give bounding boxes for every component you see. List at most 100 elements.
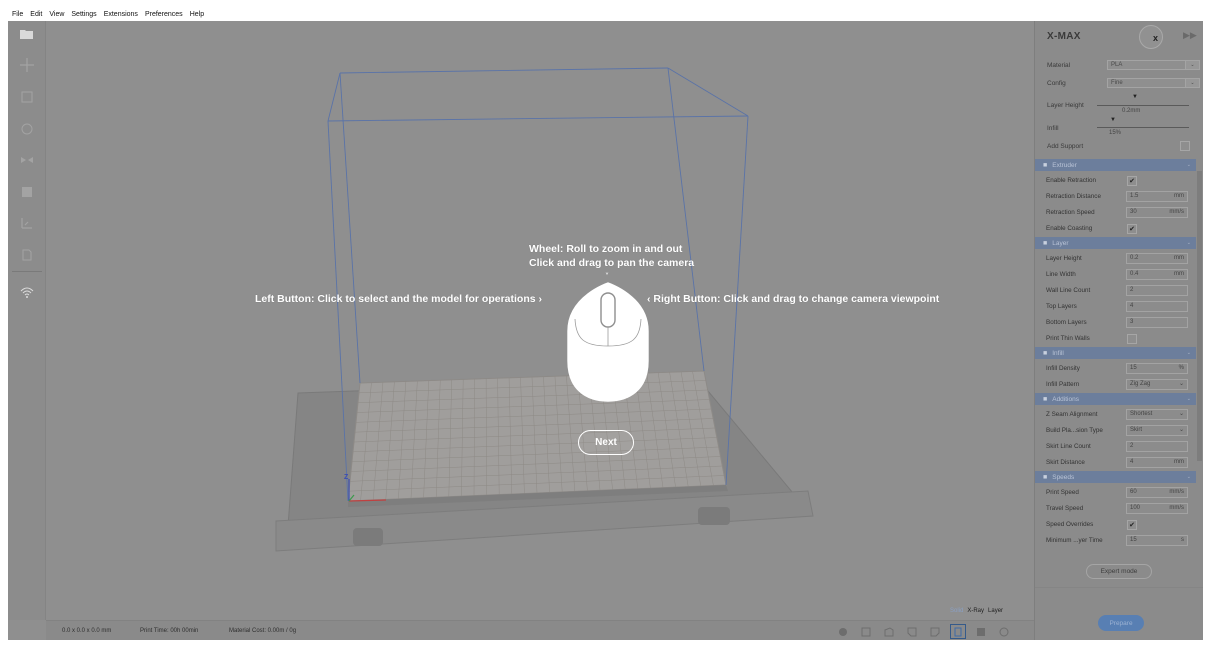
setting-input[interactable]: 2 bbox=[1126, 285, 1188, 296]
view-mode-labels: Solid X-Ray Layer bbox=[950, 608, 1003, 614]
setting-select[interactable]: 15 s bbox=[1126, 535, 1188, 546]
setting-label: Enable Coasting bbox=[1046, 225, 1093, 232]
view-mode-xray[interactable]: X-Ray bbox=[967, 608, 984, 614]
view-front-icon[interactable] bbox=[859, 625, 873, 638]
open-folder-icon[interactable] bbox=[19, 26, 35, 42]
view-top-icon[interactable] bbox=[882, 625, 896, 638]
add-support-row: Add Support bbox=[1047, 140, 1197, 152]
setting-label: Print Speed bbox=[1046, 489, 1079, 496]
support-blocker-icon[interactable] bbox=[19, 215, 35, 231]
menu-file[interactable]: File bbox=[12, 11, 23, 18]
menu-extensions[interactable]: Extensions bbox=[104, 11, 138, 18]
layer-height-slider[interactable] bbox=[1097, 105, 1189, 106]
setting-select[interactable]: Zig Zag ⌄ bbox=[1126, 379, 1188, 390]
collapse-panel-icon[interactable]: ▶▶ bbox=[1183, 30, 1197, 41]
setting-input[interactable]: 100 mm/s bbox=[1126, 503, 1188, 514]
setting-select[interactable]: Skirt ⌄ bbox=[1126, 425, 1188, 436]
chevron-down-icon: ⌄ bbox=[1186, 350, 1191, 356]
setting-input[interactable]: 15% bbox=[1126, 363, 1188, 374]
setting-row: Enable Retraction ✔ bbox=[1035, 173, 1196, 189]
menu-preferences[interactable]: Preferences bbox=[145, 11, 183, 18]
setting-label: Enable Retraction bbox=[1046, 177, 1097, 184]
section-title: Extruder bbox=[1052, 161, 1077, 169]
move-icon[interactable] bbox=[19, 57, 35, 73]
setting-checkbox[interactable]: ✔ bbox=[1127, 520, 1137, 530]
infill-slider-handle[interactable]: ▼ bbox=[1110, 117, 1116, 123]
setting-label: Line Width bbox=[1046, 271, 1076, 278]
config-select[interactable]: Fine ⌄ bbox=[1107, 78, 1200, 88]
prepare-button[interactable]: Prepare bbox=[1098, 615, 1144, 631]
setting-checkbox[interactable]: ✔ bbox=[1127, 176, 1137, 186]
infill-value: 15% bbox=[1109, 130, 1122, 136]
per-model-settings-icon[interactable] bbox=[19, 184, 35, 200]
build-volume-scene[interactable]: Z ˅ bbox=[8, 21, 1034, 640]
chevron-down-icon: ⌄ bbox=[1178, 411, 1184, 417]
extruder-icon: ■ bbox=[1043, 161, 1048, 169]
setting-value: 4 bbox=[1130, 459, 1134, 465]
setting-input[interactable]: 30 mm/s bbox=[1126, 207, 1188, 218]
setting-label: Top Layers bbox=[1046, 303, 1077, 310]
rotate-icon[interactable] bbox=[19, 121, 35, 137]
printer-foot bbox=[353, 528, 383, 546]
left-toolbar bbox=[8, 21, 46, 620]
settings-scrollbar[interactable] bbox=[1197, 171, 1202, 461]
setting-row: Line Width 0.4 mm bbox=[1035, 267, 1196, 283]
setting-label: Minimum ...yer Time bbox=[1046, 537, 1103, 544]
layer-view-icon[interactable] bbox=[19, 247, 35, 263]
setting-label: Skirt Distance bbox=[1046, 459, 1085, 466]
settings-scrollbar-thumb[interactable] bbox=[1197, 171, 1202, 461]
material-select[interactable]: PLA ⌄ bbox=[1107, 60, 1200, 70]
setting-checkbox[interactable]: ✔ bbox=[1127, 224, 1137, 234]
setting-input[interactable]: 0.2 mm bbox=[1126, 253, 1188, 264]
wifi-icon[interactable] bbox=[19, 284, 35, 300]
mirror-icon[interactable] bbox=[19, 152, 35, 168]
view-solid-icon[interactable] bbox=[950, 624, 966, 639]
view-right-icon[interactable] bbox=[928, 625, 942, 638]
setting-row: Top Layers 4 bbox=[1035, 299, 1196, 315]
add-support-checkbox[interactable] bbox=[1180, 141, 1190, 151]
menu-view[interactable]: View bbox=[49, 11, 64, 18]
view-left-icon[interactable] bbox=[905, 625, 919, 638]
setting-input[interactable]: 60 mm/s bbox=[1126, 487, 1188, 498]
menu-help[interactable]: Help bbox=[190, 11, 204, 18]
setting-input[interactable]: 4 bbox=[1126, 301, 1188, 312]
setting-input[interactable]: 3 bbox=[1126, 317, 1188, 328]
view-mode-layer[interactable]: Layer bbox=[988, 608, 1003, 614]
section-header-extruder[interactable]: ■ Extruder ⌄ bbox=[1035, 159, 1196, 171]
view-3d-icon[interactable] bbox=[836, 625, 850, 638]
setting-label: Build Pla...sion Type bbox=[1046, 427, 1103, 434]
config-row: Config Fine ⌄ bbox=[1047, 77, 1200, 89]
setting-input[interactable]: 2 bbox=[1126, 441, 1188, 452]
next-button[interactable]: Next bbox=[578, 430, 634, 455]
setting-input[interactable]: 0.4 mm bbox=[1126, 269, 1188, 280]
setting-input[interactable]: 4 mm bbox=[1126, 457, 1188, 468]
layer-icon: ■ bbox=[1043, 239, 1048, 247]
camera-view-buttons bbox=[836, 624, 1011, 639]
section-header-speeds[interactable]: ■ Speeds ⌄ bbox=[1035, 471, 1196, 483]
printer-name[interactable]: X-MAX bbox=[1047, 31, 1081, 42]
setting-select[interactable]: Shortest ⌄ bbox=[1126, 409, 1188, 420]
menu-edit[interactable]: Edit bbox=[30, 11, 42, 18]
section-header-infill[interactable]: ■ Infill ⌄ bbox=[1035, 347, 1196, 359]
section-header-additions[interactable]: ■ Additions ⌄ bbox=[1035, 393, 1196, 405]
layer-height-slider-handle[interactable]: ▼ bbox=[1132, 94, 1138, 100]
setting-input[interactable]: 1.5 mm bbox=[1126, 191, 1188, 202]
view-mode-solid[interactable]: Solid bbox=[950, 608, 963, 614]
setting-row: Bottom Layers 3 bbox=[1035, 315, 1196, 331]
setting-checkbox[interactable] bbox=[1127, 334, 1137, 344]
menu-settings[interactable]: Settings bbox=[71, 11, 96, 18]
section-header-layer[interactable]: ■ Layer ⌄ bbox=[1035, 237, 1196, 249]
scale-icon[interactable] bbox=[19, 89, 35, 105]
view-xray-icon[interactable] bbox=[974, 625, 988, 638]
layer-height-value: 0.2mm bbox=[1122, 108, 1141, 114]
advanced-settings-list: ■ Extruder ⌄ Enable Retraction ✔ Retraction D… bbox=[1035, 159, 1196, 559]
view-layer-icon[interactable] bbox=[997, 625, 1011, 638]
expert-mode-button[interactable]: Expert mode bbox=[1086, 564, 1152, 579]
setting-value: 0.2 bbox=[1130, 255, 1139, 261]
setting-unit: mm bbox=[1174, 459, 1184, 465]
infill-slider[interactable] bbox=[1097, 127, 1189, 128]
wheel-arrow: ˅ bbox=[605, 272, 609, 281]
viewport[interactable]: Z ˅ Wheel: Roll to zoom in and out Click… bbox=[8, 21, 1034, 640]
setting-label: Layer Height bbox=[1046, 255, 1082, 262]
speeds-icon: ■ bbox=[1043, 473, 1048, 481]
